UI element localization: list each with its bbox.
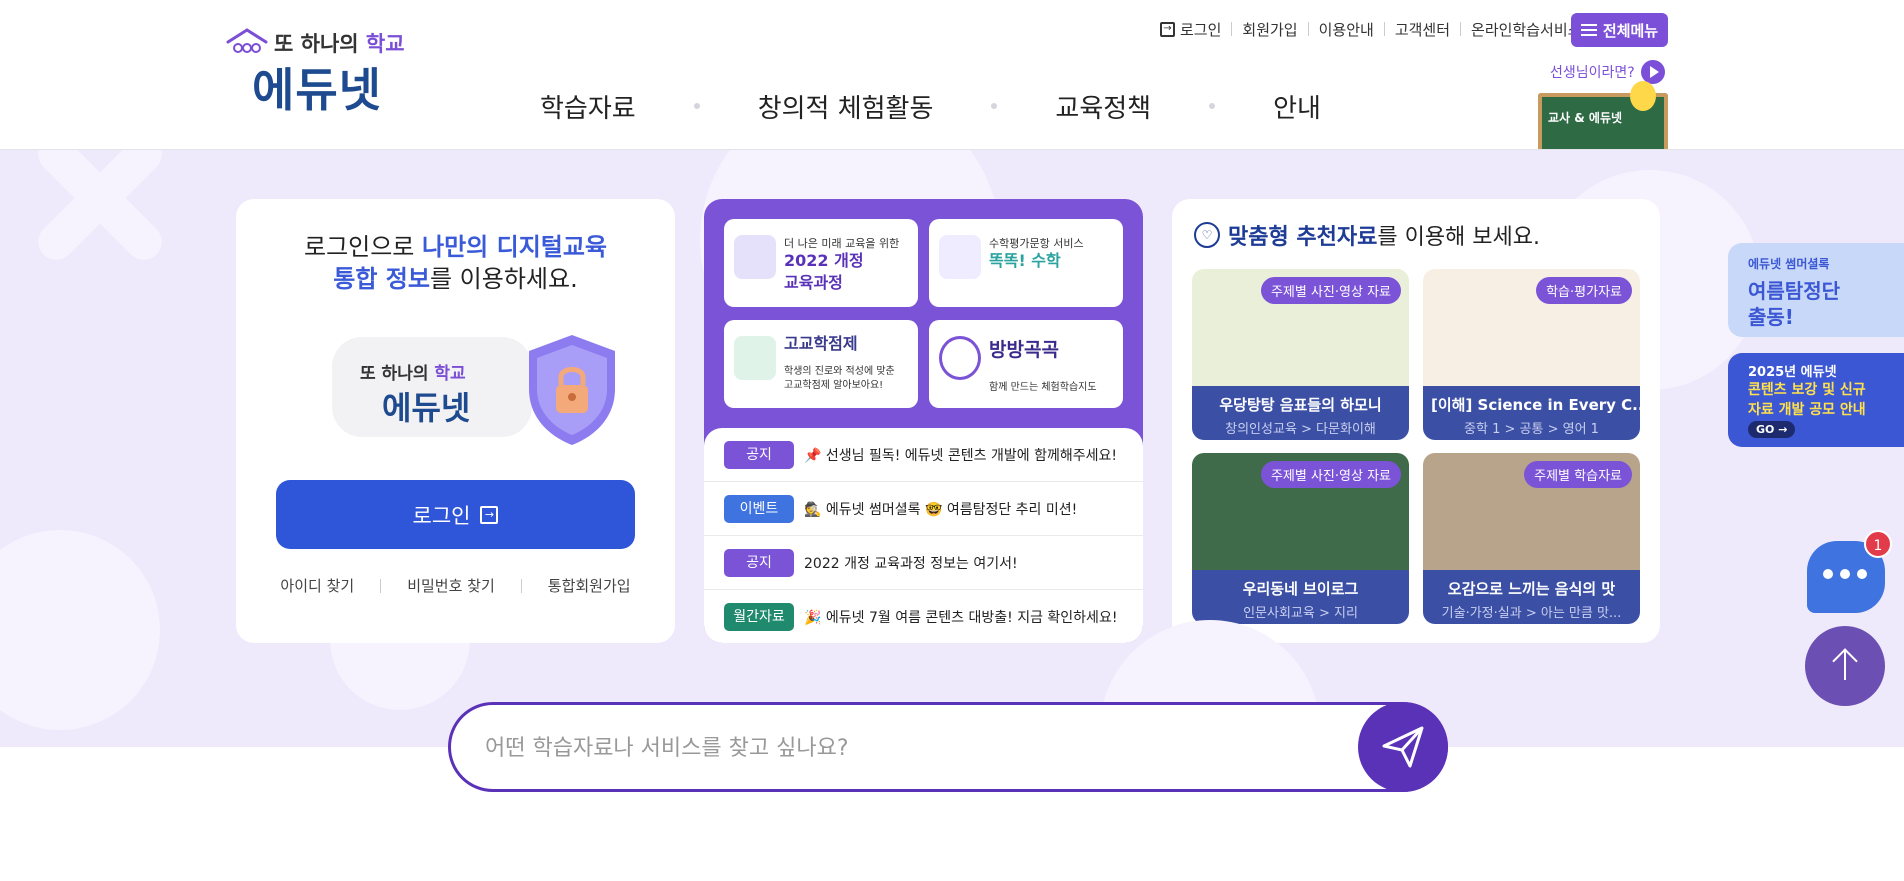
- login-icon: →: [1160, 21, 1175, 37]
- tile-field-trip-map[interactable]: 방방곡곡 함께 만드는 체험학습지도: [929, 320, 1123, 408]
- notice-tag: 이벤트: [724, 494, 794, 523]
- notice-item[interactable]: 월간자료 🎉 에듀넷 7월 여름 콘텐츠 대방출! 지금 확인하세요!: [704, 590, 1143, 643]
- main-navigation: 학습자료 창의적 체험활동 교육정책 안내: [540, 88, 1321, 124]
- account-links: 아이디 찾기 비밀번호 찾기 통합회원가입: [236, 575, 675, 596]
- search-submit-button[interactable]: [1358, 702, 1448, 792]
- nav-creative-activities[interactable]: 창의적 체험활동: [758, 88, 934, 125]
- nav-learning-materials[interactable]: 학습자료: [540, 88, 636, 125]
- tile-2022-curriculum[interactable]: 더 나은 미래 교육을 위한 2022 개정 교육과정: [724, 219, 918, 307]
- nav-education-policy[interactable]: 교육정책: [1055, 88, 1151, 125]
- integrated-signup-link[interactable]: 통합회원가입: [548, 575, 631, 596]
- find-password-link[interactable]: 비밀번호 찾기: [407, 575, 495, 596]
- recommendation-item[interactable]: 주제별 사진·영상 자료 우리동네 브이로그 인문사회교육 > 지리: [1192, 453, 1409, 624]
- all-menu-button[interactable]: 전체메뉴: [1571, 13, 1668, 47]
- scroll-to-top-button[interactable]: [1805, 626, 1885, 706]
- search-input[interactable]: [485, 725, 1285, 771]
- recommendation-item[interactable]: 학습·평가자료 [이해] Science in Every C... 중학 1 >…: [1423, 269, 1640, 440]
- paper-plane-icon: [1382, 726, 1424, 768]
- find-id-link[interactable]: 아이디 찾기: [280, 575, 354, 596]
- notice-item[interactable]: 공지 2022 개정 교육과정 정보는 여기서!: [704, 536, 1143, 590]
- util-login[interactable]: → 로그인: [1160, 19, 1221, 40]
- recommendation-item[interactable]: 주제별 사진·영상 자료 우당탕탕 음표들의 하모니 창의인성교육 > 다문화이해: [1192, 269, 1409, 440]
- login-icon: →: [480, 505, 499, 524]
- notification-badge: 1: [1864, 530, 1892, 558]
- logo-title: 에듀넷: [252, 63, 382, 117]
- edunet-badge: 또 하나의 학교 에듀넷: [332, 337, 532, 437]
- notice-tag: 월간자료: [724, 603, 794, 631]
- hamburger-icon: [1580, 24, 1597, 36]
- summer-detective-banner[interactable]: 에듀넷 썸머셜록 여름탐정단 출동!: [1728, 243, 1904, 337]
- heart-chat-icon: ♡: [1194, 222, 1220, 248]
- go-button[interactable]: GO →: [1748, 421, 1796, 438]
- util-guide[interactable]: 이용안내: [1319, 19, 1374, 40]
- login-card: 로그인으로 나만의 디지털교육 통합 정보를 이용하세요. 또 하나의 학교 에…: [236, 199, 675, 643]
- hero-section: 로그인으로 나만의 디지털교육 통합 정보를 이용하세요. 또 하나의 학교 에…: [0, 150, 1904, 747]
- edunet-logo[interactable]: 또 하나의 학교 에듀넷: [226, 24, 406, 117]
- notice-list: 공지 📌 선생님 필독! 에듀넷 콘텐츠 개발에 함께해주세요! 이벤트 🕵 에…: [704, 428, 1143, 643]
- tile-math-service[interactable]: 수학평가문항 서비스 똑똑! 수학: [929, 219, 1123, 307]
- recommendation-item[interactable]: 주제별 학습자료 오감으로 느끼는 음식의 맛 기술·가정·실과 > 아는 만큼 …: [1423, 453, 1640, 624]
- service-card: 더 나은 미래 교육을 위한 2022 개정 교육과정 수학평가문항 서비스 똑…: [704, 199, 1143, 643]
- content-contest-banner[interactable]: 2025년 에듀넷 콘텐츠 보강 및 신규 자료 개발 공모 안내 GO →: [1728, 353, 1904, 447]
- school-roof-icon: [226, 28, 268, 53]
- header: 또 하나의 학교 에듀넷 → 로그인 회원가입 이용안내 고객센터 온라인학습서비…: [0, 0, 1904, 150]
- calendar-chart-icon: [734, 235, 776, 279]
- shield-lock-icon: [529, 335, 615, 445]
- login-message: 로그인으로 나만의 디지털교육 통합 정보를 이용하세요.: [303, 233, 608, 293]
- util-support[interactable]: 고객센터: [1395, 19, 1450, 40]
- login-button[interactable]: 로그인 →: [276, 480, 635, 549]
- search-bar: [448, 702, 1448, 792]
- recommendation-card: ♡ 맞춤형 추천자료 를 이용해 보세요. 주제별 사진·영상 자료 우당탕탕 음…: [1172, 199, 1660, 643]
- chat-bubble-icon: [1823, 569, 1867, 579]
- teacher-link[interactable]: 선생님이라면?: [1550, 60, 1665, 84]
- calendar-grade-icon: [734, 336, 776, 380]
- nav-guide[interactable]: 안내: [1273, 88, 1321, 125]
- utility-menu: →로그인 회원가입 이용안내 고객센터 온라인학습서비스▾: [1160, 18, 1601, 40]
- compass-icon: [939, 336, 981, 380]
- lightbulb-icon: [1630, 81, 1656, 111]
- recommendation-title: ♡ 맞춤형 추천자료 를 이용해 보세요.: [1194, 219, 1540, 251]
- notice-item[interactable]: 이벤트 🕵 에듀넷 썸머셜록 🤓 여름탐정단 추리 미션!: [704, 482, 1143, 536]
- notice-tag: 공지: [724, 548, 794, 577]
- util-signup[interactable]: 회원가입: [1242, 19, 1297, 40]
- notice-item[interactable]: 공지 📌 선생님 필독! 에듀넷 콘텐츠 개발에 함께해주세요!: [704, 428, 1143, 482]
- teacher-edunet-banner[interactable]: 교사 & 에듀넷: [1538, 81, 1668, 149]
- math-shapes-icon: [939, 235, 981, 279]
- notice-tag: 공지: [724, 440, 794, 469]
- tile-credit-system[interactable]: 고교학점제 학생의 진로와 적성에 맞춘 고교학점제 알아보아요!: [724, 320, 918, 408]
